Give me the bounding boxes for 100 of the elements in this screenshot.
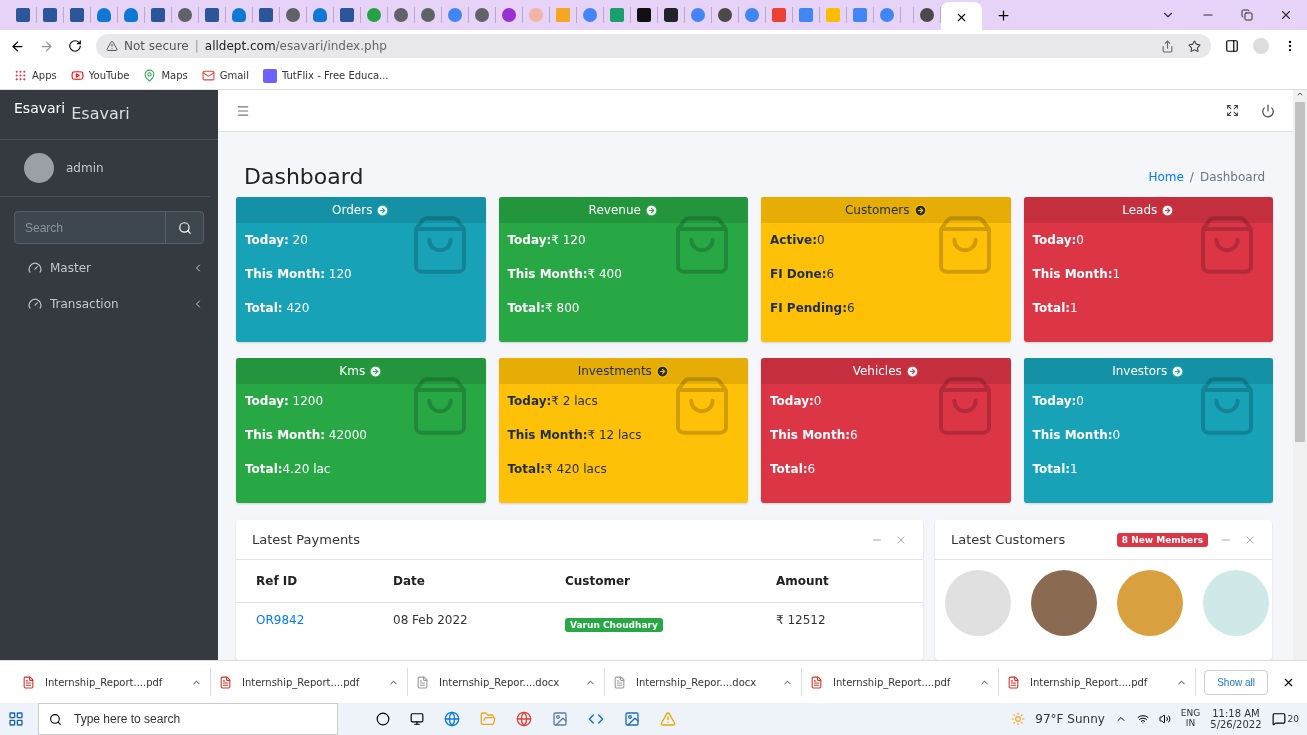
breadcrumb-link[interactable]: Dashboard xyxy=(1199,169,1265,184)
card-stat-line: Total:1 xyxy=(1032,300,1078,317)
card-header-link[interactable]: Vehicles xyxy=(761,358,1011,384)
tab-favicon-icon xyxy=(421,8,435,22)
card-stat-line: This Month:0 xyxy=(1032,427,1121,444)
gauge-icon xyxy=(28,261,42,275)
card-header-link[interactable]: Leads xyxy=(1023,197,1273,223)
download-item[interactable]: Internship_Report....pdf xyxy=(14,668,211,696)
fullscreen-icon[interactable] xyxy=(1226,103,1239,117)
search-icon xyxy=(177,220,192,235)
photos-icon[interactable] xyxy=(624,711,640,727)
start-icon[interactable] xyxy=(8,711,24,727)
ref-link[interactable]: OR9842 xyxy=(256,613,393,627)
tab-favicon-icon xyxy=(610,8,624,22)
tab-favicon-icon xyxy=(43,8,57,22)
download-item[interactable]: Internship_Report....pdf xyxy=(211,668,408,696)
bookmark[interactable]: TutFlix - Free Educa... xyxy=(262,68,389,83)
column-header: Customer xyxy=(565,574,632,588)
bookmark[interactable]: YouTube xyxy=(70,69,130,82)
tab-favicon-icon xyxy=(799,8,813,22)
reload-icon[interactable] xyxy=(68,39,82,53)
breadcrumb-link[interactable]: Home xyxy=(1148,169,1184,184)
sidebar-item[interactable]: Master xyxy=(0,250,218,286)
star-icon[interactable] xyxy=(1188,39,1201,53)
search-field[interactable]: Search xyxy=(15,212,165,243)
taskbar-search-box[interactable]: Type here to search xyxy=(38,703,338,735)
show-all-button[interactable]: Show all xyxy=(1204,669,1268,695)
column-header: Amount xyxy=(776,574,830,588)
download-item[interactable]: Internship_Repor....docx xyxy=(605,668,802,696)
tab-favicon-icon xyxy=(340,8,354,22)
task-view-icon[interactable] xyxy=(410,712,424,726)
arrow-circle-icon xyxy=(1161,203,1175,217)
members-badge: 8 New Members xyxy=(1116,532,1208,547)
notification-icon[interactable] xyxy=(1271,712,1286,726)
weather-text[interactable]: 97°F Sunny xyxy=(1035,712,1105,726)
file-icon xyxy=(22,675,35,689)
card-header-link[interactable]: Orders xyxy=(236,197,486,223)
arrow-circle-icon xyxy=(655,364,669,378)
security-label: Not secure xyxy=(124,39,189,53)
user-name[interactable]: admin xyxy=(66,161,104,175)
cortana-circle-icon[interactable] xyxy=(376,712,390,726)
panel-title: Latest Payments xyxy=(252,532,360,547)
mail-icon xyxy=(201,69,215,82)
tab-favicon-icon xyxy=(637,8,651,22)
new-tab-icon[interactable] xyxy=(996,7,1011,23)
sidebar-item[interactable]: Transaction xyxy=(0,286,218,322)
tab-favicon-icon xyxy=(97,8,111,22)
bookmark[interactable]: Apps xyxy=(14,69,57,82)
separator: | xyxy=(194,39,199,53)
download-item[interactable]: Internship_Report....pdf xyxy=(802,668,999,696)
page-title: Dashboard xyxy=(244,164,364,189)
notification-count: 20 xyxy=(1287,714,1299,724)
forward-icon[interactable] xyxy=(39,38,54,54)
language-indicator[interactable]: ENG IN xyxy=(1180,709,1201,729)
code-editor-icon[interactable] xyxy=(588,711,604,727)
scrollbar[interactable] xyxy=(1293,90,1307,660)
search-box[interactable]: Search xyxy=(14,211,204,244)
close-icon[interactable] xyxy=(1279,8,1293,22)
clock[interactable]: 11:18 AM 5/26/2022 xyxy=(1210,708,1262,730)
arrow-circle-icon xyxy=(369,364,383,378)
power-icon[interactable] xyxy=(1261,103,1275,118)
bookmark[interactable]: Maps xyxy=(143,69,188,82)
image-icon[interactable] xyxy=(552,711,568,727)
card-stat-line: Today:0 xyxy=(1032,232,1084,249)
bookmark[interactable]: Gmail xyxy=(201,69,249,82)
card-header-link[interactable]: Investments xyxy=(498,358,748,384)
card-header-link[interactable]: Kms xyxy=(236,358,486,384)
card-stat-line: Today: 1200 xyxy=(245,393,324,410)
tab-favicon-icon xyxy=(920,8,934,22)
card-stat-line: Total:4.20 lac xyxy=(245,461,331,478)
card-stat-line: Total: 420 xyxy=(245,300,310,317)
arrow-circle-icon xyxy=(376,203,390,217)
card-stat-line: Total:1 xyxy=(1032,461,1078,478)
sun-icon xyxy=(1011,712,1026,726)
browser-icon[interactable] xyxy=(516,711,532,727)
card-header-link[interactable]: Revenue xyxy=(498,197,748,223)
card-stat-line: Total:₹ 800 xyxy=(507,300,580,317)
file-icon xyxy=(219,675,232,689)
side-panel-icon[interactable] xyxy=(1225,39,1239,53)
network-icon[interactable] xyxy=(1136,713,1149,725)
share-icon[interactable] xyxy=(1161,39,1174,53)
tab-favicon-icon xyxy=(178,8,192,22)
restore-icon[interactable] xyxy=(1241,9,1253,21)
card-stat-line: This Month:6 xyxy=(770,427,858,444)
card-stat-line: This Month:1 xyxy=(1032,266,1121,283)
back-icon[interactable] xyxy=(10,38,25,54)
card-stat-line: Total:6 xyxy=(770,461,816,478)
download-item[interactable]: Internship_Report....pdf xyxy=(999,668,1196,696)
warning-icon xyxy=(106,40,118,52)
browser-icon[interactable] xyxy=(444,711,460,727)
arrow-circle-icon xyxy=(644,203,658,217)
card-header-link[interactable]: Customers xyxy=(761,197,1011,223)
card-stat-line: Today:₹ 120 xyxy=(507,232,586,249)
card-header-link[interactable]: Investors xyxy=(1023,358,1273,384)
panel-title: Latest Customers xyxy=(951,532,1066,547)
scroll-up-icon[interactable] xyxy=(1296,90,1304,98)
address-bar[interactable]: Not secure | alldept.com/esavari/index.php xyxy=(96,34,1211,58)
map-pin-icon xyxy=(143,69,157,82)
download-item[interactable]: Internship_Repor....docx xyxy=(408,668,605,696)
speaker-icon[interactable] xyxy=(1158,713,1171,725)
